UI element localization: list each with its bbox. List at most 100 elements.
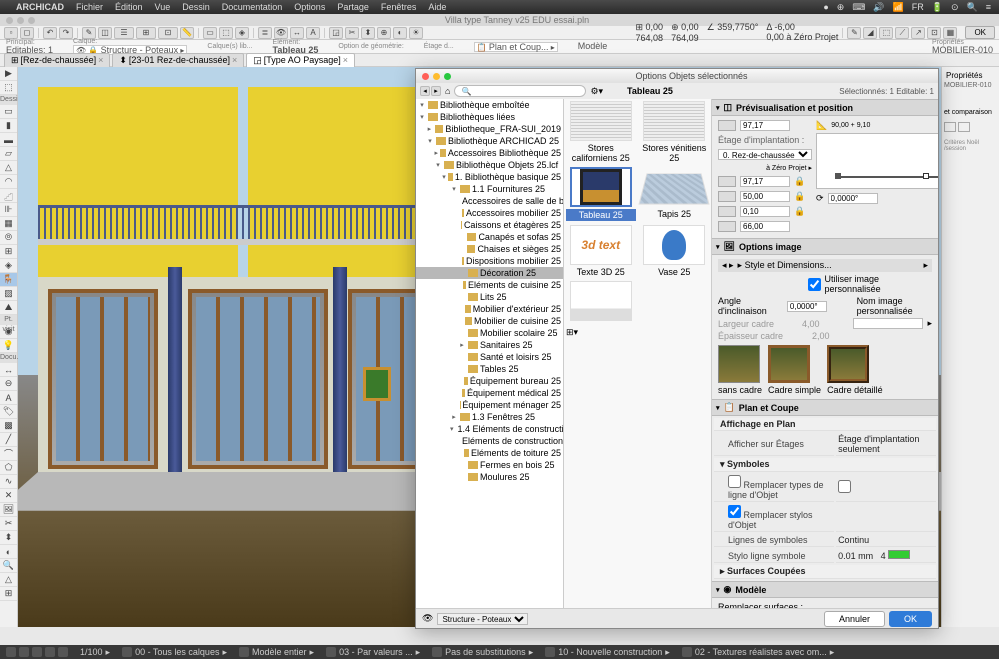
tree-item[interactable]: Équipement bureau 25	[416, 375, 563, 387]
elev-tool-icon[interactable]: ⬍	[0, 531, 17, 545]
wall-tool-icon[interactable]: ▭	[0, 105, 17, 119]
globe-icon[interactable]: ⊕	[837, 2, 845, 13]
override-pens-checkbox[interactable]	[728, 505, 741, 518]
lang-icon[interactable]: FR	[912, 2, 924, 12]
tilt-input[interactable]	[787, 301, 827, 312]
snap-icon[interactable]: ⊞	[136, 27, 156, 39]
poly-tool-icon[interactable]: ⬠	[0, 461, 17, 475]
3d-icon[interactable]: ◲	[329, 27, 343, 39]
tree-item[interactable]: Eléments de cuisine 25	[416, 279, 563, 291]
text-icon[interactable]: A	[306, 27, 320, 39]
nav-fwd-icon[interactable]: ▸	[431, 86, 441, 96]
tree-item[interactable]: Canapés et sofas 25	[416, 231, 563, 243]
tree-item[interactable]: Lits 25	[416, 291, 563, 303]
image-section-icon[interactable]: 🖼	[724, 241, 735, 252]
tree-item[interactable]: Accessoires de salle de bains 25	[416, 195, 563, 207]
beam-tool-icon[interactable]: ▬	[0, 133, 17, 147]
menu-icon[interactable]: ≡	[986, 2, 991, 12]
traffic-lights[interactable]	[6, 17, 35, 24]
menu-aide[interactable]: Aide	[428, 2, 446, 12]
edit6-icon[interactable]: ⊡	[927, 27, 941, 39]
menu-documentation[interactable]: Documentation	[222, 2, 283, 12]
railing-tool-icon[interactable]: ⊪	[0, 203, 17, 217]
zoom-icon[interactable]	[444, 73, 451, 80]
line-tool-icon[interactable]: ╱	[0, 433, 17, 447]
pick-icon[interactable]: ✎	[82, 27, 96, 39]
redo-icon[interactable]: ↷	[59, 27, 73, 39]
tree-item[interactable]: Fermes en bois 25	[416, 459, 563, 471]
plan-section-icon[interactable]: 📋	[724, 402, 735, 413]
tree-item[interactable]: ▾Bibliothèque ARCHICAD 25	[416, 135, 563, 147]
text-tool-icon[interactable]: A	[0, 391, 17, 405]
work-icon[interactable]: ◐	[393, 27, 407, 39]
section-tool-icon[interactable]: ✂	[0, 517, 17, 531]
fill-tool-icon[interactable]: ▩	[0, 419, 17, 433]
extra-input[interactable]	[740, 221, 790, 232]
lock-icon[interactable]: 🔒	[794, 176, 804, 187]
compare-icon[interactable]	[944, 122, 956, 132]
tree-item[interactable]: Équipement ménager 25	[416, 399, 563, 411]
tree-item[interactable]: ▾Bibliothèques liées	[416, 111, 563, 123]
lamp-tool-icon[interactable]: 💡	[0, 339, 17, 353]
view-mode-icon[interactable]: ⊞▾	[566, 327, 578, 337]
preview-item[interactable]: Tapis 25	[640, 167, 710, 221]
preview-item[interactable]: Stores vénitiens 25	[640, 101, 710, 163]
layer-eye-icon[interactable]: 👁	[422, 613, 433, 624]
cancel-button[interactable]: Annuler	[824, 611, 885, 627]
marquee-tool-icon[interactable]: ⬚	[0, 81, 17, 95]
app-menu[interactable]: ARCHICAD	[16, 2, 64, 12]
settings-icon[interactable]: ⚙▾	[590, 86, 603, 97]
tree-item[interactable]: ▸Sanitaires 25	[416, 339, 563, 351]
pen-color-swatch[interactable]	[888, 550, 910, 559]
trace-icon[interactable]: ◈	[235, 27, 249, 39]
battery-icon[interactable]: 🔋	[932, 2, 943, 13]
tree-item[interactable]: ▾Bibliothèque Objets 25.lcf	[416, 159, 563, 171]
ok-button[interactable]: OK	[965, 26, 995, 39]
plan-dropdown[interactable]: 📋 Plan et Coup... ▸	[474, 42, 558, 52]
tree-item[interactable]: Décoration 25	[416, 267, 563, 279]
library-previews[interactable]: Stores californiens 25Stores vénitiens 2…	[564, 99, 712, 608]
window-tool-icon[interactable]: ⊞	[0, 245, 17, 259]
keyboard-icon[interactable]: ⌨	[852, 2, 865, 13]
library-search-input[interactable]	[454, 85, 586, 97]
tree-item[interactable]: Dispositions mobilier 25	[416, 255, 563, 267]
render-icon[interactable]: ☀	[409, 27, 423, 39]
wifi-icon[interactable]: 📶	[893, 2, 904, 13]
menu-partage[interactable]: Partage	[337, 2, 369, 12]
align-icon[interactable]: ☰	[114, 27, 134, 39]
tab-3d[interactable]: ◲[Type AO Paysage]×	[246, 53, 355, 68]
layers-icon[interactable]	[122, 647, 132, 657]
curtain-tool-icon[interactable]: ▦	[0, 217, 17, 231]
marquee-icon[interactable]: ⬚	[219, 27, 233, 39]
stair-tool-icon[interactable]: 𓊍	[0, 189, 17, 203]
preview-3d[interactable]	[816, 133, 938, 189]
morph-tool-icon[interactable]: ◉	[0, 325, 17, 339]
tree-item[interactable]: Mobilier d'extérieur 25	[416, 303, 563, 315]
tree-item[interactable]: Caissons et étagères 25	[416, 219, 563, 231]
shell-tool-icon[interactable]: ◠	[0, 175, 17, 189]
tree-item[interactable]: Accessoires mobilier 25	[416, 207, 563, 219]
skylight-tool-icon[interactable]: ◈	[0, 259, 17, 273]
menu-edition[interactable]: Édition	[115, 2, 143, 12]
storey-select[interactable]: 0. Rez-de-chaussée	[718, 149, 812, 160]
change-tool-icon[interactable]: △	[0, 573, 17, 587]
door-tool-icon[interactable]: ⦾	[0, 231, 17, 245]
tree-item[interactable]: Mobilier scolaire 25	[416, 327, 563, 339]
tree-item[interactable]: ▸Accessoires Bibliothèque 25	[416, 147, 563, 159]
view-icon[interactable]: 👁	[274, 27, 288, 39]
spline-tool-icon[interactable]: ∿	[0, 475, 17, 489]
edit4-icon[interactable]: ⟋	[895, 27, 909, 39]
tree-item[interactable]: ▸1.3 Fenêtres 25	[416, 411, 563, 423]
depth-input[interactable]	[740, 191, 790, 202]
rotate-icon[interactable]: ⟳	[816, 193, 824, 204]
undo-icon[interactable]: ↶	[43, 27, 57, 39]
search-icon[interactable]: 🔍	[967, 2, 978, 13]
edit3-icon[interactable]: ⬚	[879, 27, 893, 39]
tree-item[interactable]: ▾Bibliothèque emboîtée	[416, 99, 563, 111]
close-icon[interactable]	[422, 73, 429, 80]
override-lines-checkbox[interactable]	[728, 475, 741, 488]
tree-item[interactable]: Santé et loisirs 25	[416, 351, 563, 363]
detail-icon[interactable]: ⊕	[377, 27, 391, 39]
height-input[interactable]	[740, 176, 790, 187]
roof-tool-icon[interactable]: △	[0, 161, 17, 175]
